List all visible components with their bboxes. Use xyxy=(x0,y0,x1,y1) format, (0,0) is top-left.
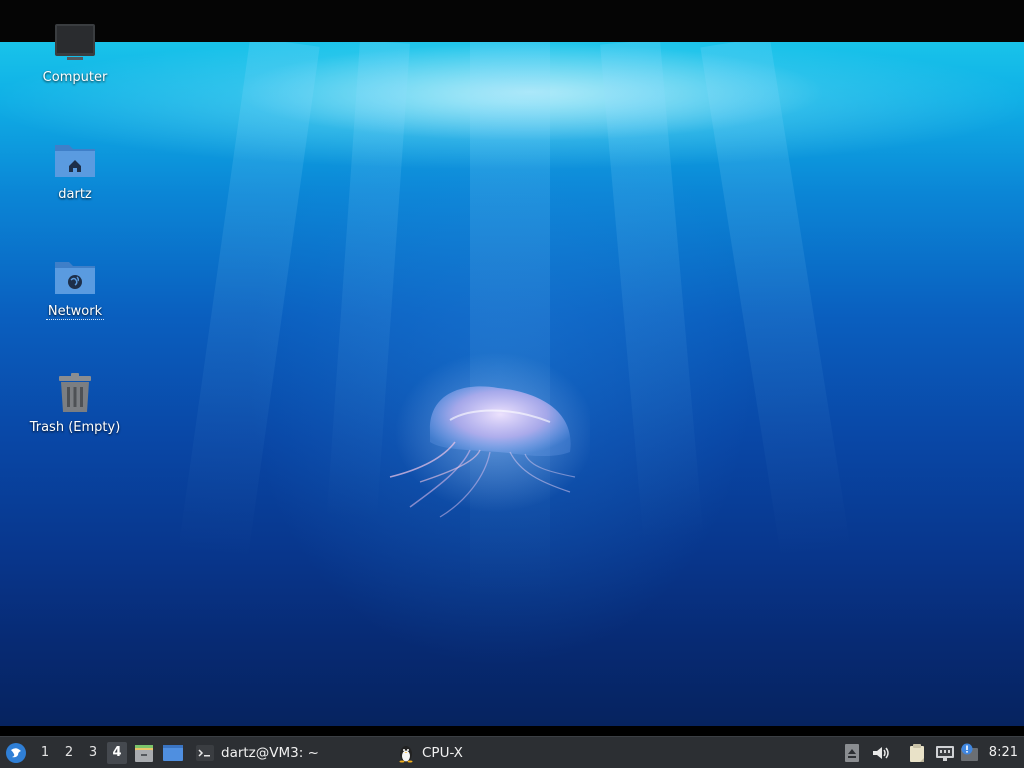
clock[interactable]: 8:21 xyxy=(989,741,1018,765)
network-folder-icon xyxy=(55,262,95,294)
workspace-3-button[interactable]: 3 xyxy=(83,742,103,764)
workspace-4-button[interactable]: 4 xyxy=(107,742,127,764)
tux-icon xyxy=(399,746,413,763)
workspace-1-button[interactable]: 1 xyxy=(35,742,55,764)
workspace-2-button[interactable]: 2 xyxy=(59,742,79,764)
network-wired-icon[interactable] xyxy=(935,743,955,763)
desktop-icon-trash[interactable]: Trash (Empty) xyxy=(20,372,130,435)
task-terminal[interactable]: dartz@VM3: ~ xyxy=(195,741,319,765)
application-menu-icon xyxy=(6,743,26,763)
application-menu-button[interactable] xyxy=(3,740,29,766)
desktop-icon-network[interactable]: Network xyxy=(20,256,130,320)
light-ray xyxy=(177,42,320,562)
home-folder-icon xyxy=(55,145,95,177)
clipboard-icon[interactable] xyxy=(907,743,927,763)
desktop-wallpaper xyxy=(0,42,1024,726)
update-notifier-icon[interactable] xyxy=(960,743,980,763)
monitor-icon xyxy=(55,24,95,60)
desktop-icon-label: Computer xyxy=(42,70,108,85)
trash-icon xyxy=(59,373,91,412)
desktop-icon-label: dartz xyxy=(58,187,92,202)
task-cpu-x[interactable]: CPU-X xyxy=(396,741,463,765)
eject-icon[interactable] xyxy=(842,743,862,763)
terminal-icon xyxy=(196,745,214,761)
top-black-strip xyxy=(0,0,1024,42)
jellyfish-image xyxy=(389,352,590,518)
desktop-icon-computer[interactable]: Computer xyxy=(20,22,130,85)
file-manager-icon[interactable] xyxy=(133,742,155,764)
desktop-icon-home[interactable]: dartz xyxy=(20,139,130,202)
desktop-icon-label: Network xyxy=(45,304,105,320)
desktop-screen: Computer dartz Network Trash (Empty) 1 2… xyxy=(0,0,1024,768)
task-label: CPU-X xyxy=(422,745,463,761)
light-ray xyxy=(700,42,851,562)
desktop-icon-label: Trash (Empty) xyxy=(29,420,121,435)
light-ray xyxy=(600,42,704,543)
task-label: dartz@VM3: ~ xyxy=(221,745,319,761)
taskbar: 1 2 3 4 dartz@VM3: ~ CPU-X 8:21 xyxy=(0,736,1024,768)
show-desktop-icon[interactable] xyxy=(162,742,184,764)
volume-icon[interactable] xyxy=(870,743,890,763)
